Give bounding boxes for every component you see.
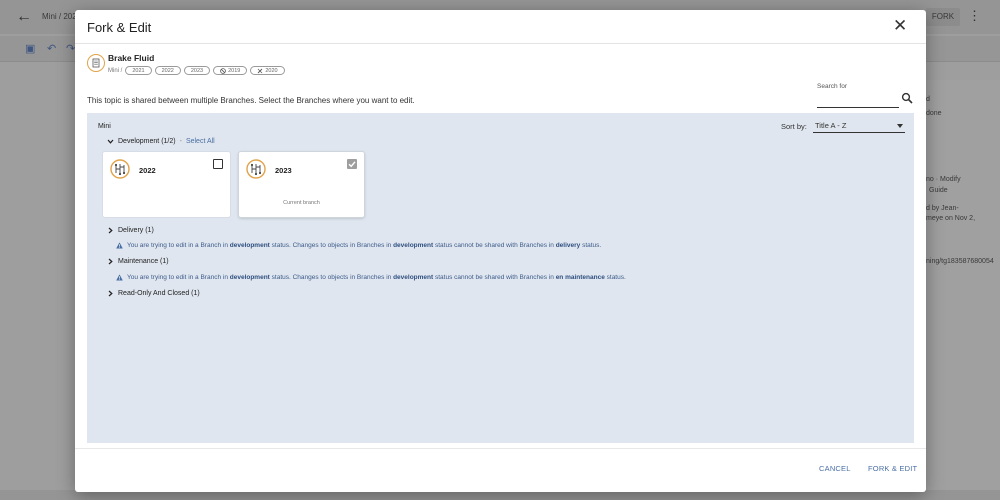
close-icon[interactable]: ✕ [893, 17, 907, 34]
fork-edit-button[interactable]: FORK & EDIT [868, 464, 917, 473]
cancel-button[interactable]: CANCEL [819, 464, 851, 473]
select-all-link[interactable]: Select All [186, 138, 215, 145]
branch-card-2022[interactable]: 2022 [103, 152, 230, 217]
fork-edit-dialog: Fork & Edit ✕ Brake Fluid Mini / 2021 20… [75, 10, 926, 492]
warning-icon [116, 274, 123, 281]
pencil-off-icon [258, 68, 263, 73]
group-development[interactable]: Development (1/2) - Select All [107, 138, 215, 145]
delivery-warning: You are trying to edit in a Branch in de… [116, 242, 601, 249]
topic-crumb-label: Mini / [108, 67, 123, 74]
group-maintenance-label: Maintenance (1) [118, 258, 169, 265]
sort-label: Sort by: [781, 122, 807, 131]
warning-icon [116, 242, 123, 249]
footer-divider [75, 448, 926, 449]
branch-circuit-icon [246, 159, 266, 179]
branch-card-2023[interactable]: 2023 Current branch [239, 152, 364, 217]
panel-title: Mini [98, 123, 111, 130]
topic-title: Brake Fluid [108, 53, 155, 63]
intro-text: This topic is shared between multiple Br… [87, 96, 415, 105]
warning-text: You are trying to edit in a Branch in de… [127, 242, 602, 249]
branch-panel: Mini Sort by: Title A - Z Development (1… [87, 113, 914, 443]
branch-pill-2020[interactable]: 2020 [250, 66, 285, 75]
chevron-down-icon [107, 139, 114, 144]
branch-pill-2021[interactable]: 2021 [125, 66, 152, 75]
branch-card-label: 2023 [275, 166, 292, 175]
chevron-right-icon [108, 258, 113, 265]
group-read-only-closed[interactable]: Read-Only And Closed (1) [107, 290, 200, 297]
group-delivery[interactable]: Delivery (1) [107, 227, 154, 234]
group-read-only-label: Read-Only And Closed (1) [118, 290, 200, 297]
current-branch-note: Current branch [283, 200, 320, 206]
blocked-icon [220, 67, 226, 74]
maintenance-warning: You are trying to edit in a Branch in de… [116, 274, 626, 281]
branch-checkbox-2022[interactable] [213, 159, 223, 169]
checkbox-checked-disabled-icon [347, 159, 357, 169]
branch-pill-2023[interactable]: 2023 [183, 66, 211, 75]
search-icon[interactable] [901, 92, 913, 104]
chevron-right-icon [108, 227, 113, 234]
topic-branch-pills: Mini / 2021 2022 2023 2019 2020 [108, 66, 285, 75]
sort-value: Title A - Z [815, 121, 847, 130]
chevron-right-icon [108, 290, 113, 297]
branch-card-label: 2022 [139, 166, 156, 175]
group-separator: - [179, 138, 182, 145]
group-maintenance[interactable]: Maintenance (1) [107, 258, 169, 265]
group-development-label: Development (1/2) [118, 138, 176, 145]
branch-pill-2019[interactable]: 2019 [213, 66, 248, 75]
dialog-divider [75, 43, 926, 44]
topic-document-icon [87, 54, 105, 72]
branch-pill-2022[interactable]: 2022 [154, 66, 181, 75]
dropdown-arrow-icon [897, 124, 903, 128]
warning-text: You are trying to edit in a Branch in de… [127, 274, 626, 281]
branch-circuit-icon [110, 159, 130, 179]
group-delivery-label: Delivery (1) [118, 227, 154, 234]
sort-select[interactable]: Title A - Z [813, 120, 905, 133]
search-label: Search for [817, 83, 847, 90]
dialog-title: Fork & Edit [87, 20, 152, 35]
search-input[interactable] [817, 94, 899, 108]
